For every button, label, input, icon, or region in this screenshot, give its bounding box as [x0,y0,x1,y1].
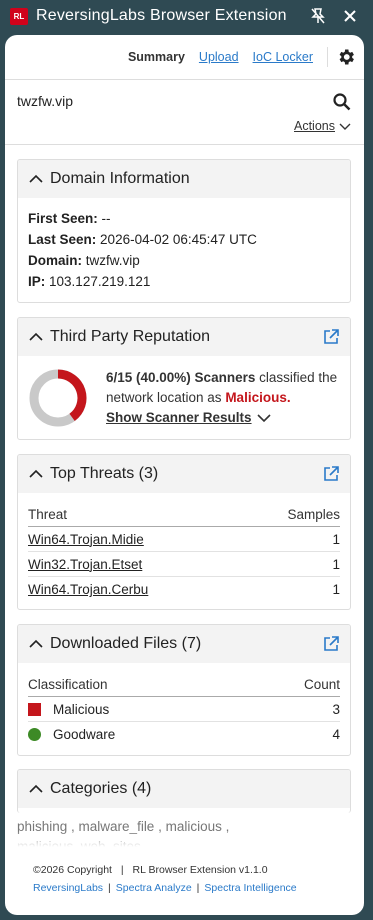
donut-malicious-arc [57,369,87,422]
categories-card: Categories (4) [17,769,351,813]
first-seen-value: -- [101,211,111,226]
reputation-summary: 6/15 (40.00%) Scanners classified the ne… [106,368,350,428]
col-count: Count [303,677,340,692]
domain-info-title: Domain Information [50,170,190,187]
actions-label[interactable]: Actions [294,119,335,133]
threat-link[interactable]: Win64.Trojan.Cerbu [28,582,148,597]
search-input[interactable]: twzfw.vip [17,93,73,109]
chevron-up-icon[interactable] [28,781,44,797]
col-threat: Threat [28,507,68,522]
chevron-down-icon [339,123,351,130]
reputation-title: Third Party Reputation [50,328,211,345]
threat-samples: 1 [332,531,340,547]
last-seen-value: 2026-04-02 06:45:47 UTC [100,232,257,247]
table-row: Goodware 4 [28,722,340,747]
chevron-up-icon[interactable] [28,171,44,187]
goodware-circle-icon [28,728,41,741]
chevron-up-icon[interactable] [28,466,44,482]
external-link-icon[interactable] [322,328,340,346]
chevron-down-icon [256,414,271,423]
col-samples: Samples [287,507,340,522]
extension-panel: Summary Upload IoC Locker twzfw.vip Acti… [5,35,364,915]
domain-value: twzfw.vip [85,253,140,268]
categories-title: Categories (4) [50,780,152,797]
table-row: Win64.Trojan.Midie 1 [28,527,340,552]
table-row: Win32.Trojan.Etset 1 [28,552,340,577]
divider [5,79,364,80]
categories-header[interactable]: Categories (4) [18,770,350,808]
threat-samples: 1 [332,582,340,597]
window-title: ReversingLabs Browser Extension [36,7,287,24]
rl-logo: RL [10,8,28,25]
reputation-donut-chart [29,369,87,427]
threat-samples: 1 [332,556,340,572]
threat-link[interactable]: Win64.Trojan.Midie [28,532,144,547]
link-reversinglabs[interactable]: ReversingLabs [33,882,103,894]
search-icon[interactable] [332,92,352,112]
verdict-malicious: Malicious. [225,390,291,405]
show-results-label[interactable]: Show Scanner Results [106,408,252,428]
first-seen-label: First Seen: [28,211,98,226]
close-icon[interactable] [340,6,360,26]
table-row: Malicious 3 [28,697,340,722]
footer-links: ReversingLabs | Spectra Analyze | Spectr… [33,882,297,894]
unpin-icon[interactable] [308,6,328,26]
title-bar: RL ReversingLabs Browser Extension [0,0,373,34]
top-nav: Summary Upload IoC Locker [128,47,356,67]
fade-overlay [17,831,351,847]
top-threats-card: Top Threats (3) Threat Samples Win64.Tro… [17,454,351,610]
actions-dropdown[interactable]: Actions [294,119,352,133]
last-seen-row: Last Seen: 2026-04-02 06:45:47 UTC [28,229,340,250]
classification-table: Classification Count Malicious 3 Goodwar… [28,677,340,747]
threats-table-header: Threat Samples [28,507,340,527]
top-threats-header[interactable]: Top Threats (3) [18,455,350,493]
downloaded-files-title: Downloaded Files (7) [50,635,202,652]
nav-ioc-locker[interactable]: IoC Locker [253,50,313,64]
table-row: Win64.Trojan.Cerbu 1 [28,577,340,602]
first-seen-row: First Seen: -- [28,208,340,229]
top-threats-title: Top Threats (3) [50,465,159,482]
external-link-icon[interactable] [322,635,340,653]
gear-icon[interactable] [336,47,356,67]
ip-label: IP: [28,274,46,289]
classification-table-header: Classification Count [28,677,340,697]
chevron-up-icon[interactable] [28,636,44,652]
ip-row: IP: 103.127.219.121 [28,271,340,292]
malicious-square-icon [28,702,41,716]
reputation-card: Third Party Reputation 6/15 (40.00%) Sca… [17,317,351,440]
show-scanner-results[interactable]: Show Scanner Results [106,408,272,428]
downloaded-files-header[interactable]: Downloaded Files (7) [18,625,350,663]
reputation-header[interactable]: Third Party Reputation [18,318,350,356]
classification-count: 3 [332,701,340,717]
copyright-text: ©2026 Copyright [33,864,112,876]
categories-list: phishing , malware_file , malicious , ma… [17,817,351,847]
last-seen-label: Last Seen: [28,232,97,247]
external-link-icon[interactable] [322,465,340,483]
chevron-up-icon[interactable] [28,329,44,345]
domain-row: Domain: twzfw.vip [28,250,340,271]
link-spectra-intelligence[interactable]: Spectra Intelligence [204,882,296,894]
classification-count: 4 [332,727,340,742]
threat-link[interactable]: Win32.Trojan.Etset [28,557,142,572]
divider [5,144,364,145]
domain-info-card: Domain Information First Seen: -- Last S… [17,159,351,303]
link-spectra-analyze[interactable]: Spectra Analyze [116,882,192,894]
domain-info-header[interactable]: Domain Information [18,160,350,198]
nav-summary[interactable]: Summary [128,50,185,64]
classification-label: Malicious [53,701,110,717]
threats-table: Threat Samples Win64.Trojan.Midie 1 Win3… [28,507,340,602]
ip-value: 103.127.219.121 [49,274,151,289]
nav-upload[interactable]: Upload [199,50,239,64]
col-classification: Classification [28,677,108,692]
footer-copyright: ©2026 Copyright | RL Browser Extension v… [33,864,268,876]
classification-label: Goodware [53,727,116,742]
nav-divider [327,47,328,67]
downloaded-files-card: Downloaded Files (7) Classification Coun… [17,624,351,756]
version-text: RL Browser Extension v1.1.0 [132,864,268,876]
domain-label: Domain: [28,253,82,268]
scanner-stat: 6/15 (40.00%) Scanners [106,370,256,385]
